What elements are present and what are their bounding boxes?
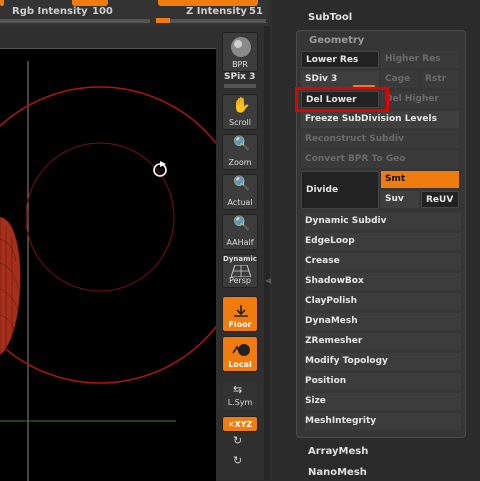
- palette-item-edgeloop[interactable]: EdgeLoop: [305, 233, 461, 250]
- canvas-viewport[interactable]: [0, 48, 216, 481]
- palette-item-modify-topology[interactable]: Modify Topology: [305, 353, 461, 370]
- local-label: Local: [228, 360, 252, 369]
- convert-bpr-button[interactable]: Convert BPR To Geo: [301, 151, 459, 168]
- rotation-circle-inner: [25, 142, 175, 292]
- geometry-title[interactable]: Geometry: [309, 35, 364, 46]
- palette-item-crease[interactable]: Crease: [305, 253, 461, 270]
- scroll-label: Scroll: [229, 118, 251, 127]
- floor-button[interactable]: Floor: [222, 296, 258, 332]
- palette-item-position[interactable]: Position: [305, 373, 461, 390]
- persp-label: Persp: [229, 276, 251, 285]
- local-icon: [232, 344, 250, 356]
- aahalf-label: AAHalf: [226, 238, 254, 247]
- reuv-button[interactable]: ReUV: [421, 191, 459, 208]
- panel-divider[interactable]: ◀: [264, 26, 271, 480]
- orange-tab-left: [0, 0, 4, 6]
- lower-res-button[interactable]: Lower Res: [301, 51, 379, 68]
- actual-label: Actual: [227, 198, 253, 207]
- palette-item-size[interactable]: Size: [305, 393, 461, 410]
- reconstruct-subdiv-button[interactable]: Reconstruct Subdiv: [301, 131, 459, 148]
- rgb-intensity-value[interactable]: 100: [92, 6, 113, 17]
- lsym-button[interactable]: ⇆ L.Sym: [222, 380, 258, 410]
- divide-button[interactable]: Divide: [301, 171, 379, 209]
- actual-button[interactable]: 🔍 Actual: [222, 174, 258, 210]
- z-intensity-value[interactable]: 51: [249, 6, 263, 17]
- zoom-button[interactable]: 🔍 Zoom: [222, 134, 258, 170]
- freeze-subdivision-button[interactable]: Freeze SubDivision Levels: [301, 111, 459, 128]
- palette-item-dynamic-subdiv[interactable]: Dynamic Subdiv: [305, 213, 461, 230]
- suv-toggle[interactable]: Suv: [381, 191, 419, 208]
- tool-palette: SubTool Geometry Lower Res Higher Res SD…: [272, 0, 480, 480]
- palette-item-meshintegrity[interactable]: MeshIntegrity: [305, 413, 461, 430]
- right-shelf: BPR SPix 3 ✋ Scroll 🔍 Zoom 🔍 Actual 🔍 AA…: [218, 26, 262, 480]
- palette-item-shadowbox[interactable]: ShadowBox: [305, 273, 461, 290]
- hand-icon: ✋: [232, 96, 251, 114]
- z-intensity-slider[interactable]: [158, 19, 266, 23]
- rgb-intensity-slider[interactable]: [0, 19, 150, 23]
- sphere-icon: [231, 37, 251, 57]
- magnifier-icon: 🔍: [233, 136, 251, 152]
- scroll-button[interactable]: ✋ Scroll: [222, 94, 258, 130]
- palette-item-dynamesh[interactable]: DynaMesh: [305, 313, 461, 330]
- spix-label[interactable]: SPix 3: [224, 72, 255, 82]
- spix-slider[interactable]: [224, 84, 256, 88]
- z-intensity-slider-knob[interactable]: [156, 18, 170, 23]
- mesh-object: [0, 216, 21, 356]
- bpr-label: BPR: [232, 60, 248, 69]
- rgb-intensity-label: Rgb Intensity: [12, 6, 88, 17]
- highlight-box: [295, 87, 389, 112]
- del-higher-button[interactable]: Del Higher: [381, 91, 459, 108]
- aahalf-button[interactable]: 🔍 AAHalf: [222, 214, 258, 250]
- viewport-scene: [0, 61, 216, 481]
- lsym-label: L.Sym: [227, 398, 253, 407]
- smt-toggle[interactable]: Smt: [381, 171, 459, 188]
- rotation-circle-outer: [0, 86, 216, 384]
- xyz-button[interactable]: ✕XYZ: [222, 416, 258, 432]
- z-intensity-label: Z Intensity: [186, 6, 247, 17]
- floor-icon: [234, 305, 248, 317]
- rotate-y-icon[interactable]: ↻: [233, 434, 242, 447]
- perspective-button[interactable]: Dynamic Persp: [222, 254, 258, 288]
- actual-size-icon: 🔍: [233, 176, 251, 192]
- aahalf-icon: 🔍: [233, 216, 251, 232]
- rstr-button[interactable]: Rstr: [421, 71, 459, 88]
- zbrush-window: Rgb Intensity 100 Z Intensity 51 BPR SPi…: [0, 0, 480, 481]
- bpr-button[interactable]: BPR: [222, 32, 258, 72]
- local-button[interactable]: Local: [222, 336, 258, 372]
- palette-item-claypolish[interactable]: ClayPolish: [305, 293, 461, 310]
- cage-button[interactable]: Cage: [381, 71, 419, 88]
- zoom-label: Zoom: [228, 158, 252, 167]
- geometry-subpalette: Geometry Lower Res Higher Res SDiv 3 Cag…: [295, 30, 466, 438]
- palette-item-nanomesh[interactable]: NanoMesh: [308, 467, 367, 478]
- rotate-z-icon[interactable]: ↻: [233, 454, 242, 467]
- top-bar: Rgb Intensity 100 Z Intensity 51: [0, 0, 268, 26]
- palette-item-arraymesh[interactable]: ArrayMesh: [308, 446, 368, 457]
- floor-label: Floor: [228, 320, 252, 329]
- higher-res-button[interactable]: Higher Res: [381, 51, 459, 68]
- palette-item-zremesher[interactable]: ZRemesher: [305, 333, 461, 350]
- xyz-label: ✕XYZ: [227, 420, 253, 429]
- dynamic-label: Dynamic: [223, 255, 257, 263]
- subtool-header[interactable]: SubTool: [308, 12, 352, 23]
- collapse-arrow-icon[interactable]: ◀: [265, 276, 271, 306]
